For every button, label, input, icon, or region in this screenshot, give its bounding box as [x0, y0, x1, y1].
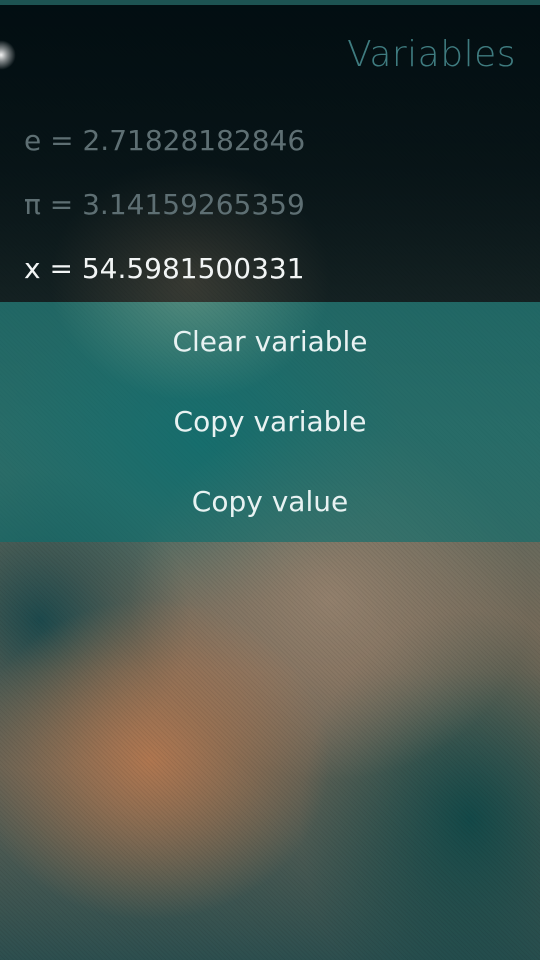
page-title: Variables: [346, 34, 516, 75]
clear-variable-menu-item[interactable]: Clear variable: [0, 302, 540, 382]
copy-variable-menu-item[interactable]: Copy variable: [0, 382, 540, 462]
context-menu: Clear variable Copy variable Copy value: [0, 302, 540, 542]
copy-value-menu-item[interactable]: Copy value: [0, 462, 540, 542]
variable-row-x[interactable]: x = 54.5981500331: [24, 252, 305, 285]
variable-row-e[interactable]: e = 2.71828182846: [24, 124, 305, 157]
variable-row-pi[interactable]: π = 3.14159265359: [24, 188, 305, 221]
status-bar-strip: [0, 0, 540, 5]
